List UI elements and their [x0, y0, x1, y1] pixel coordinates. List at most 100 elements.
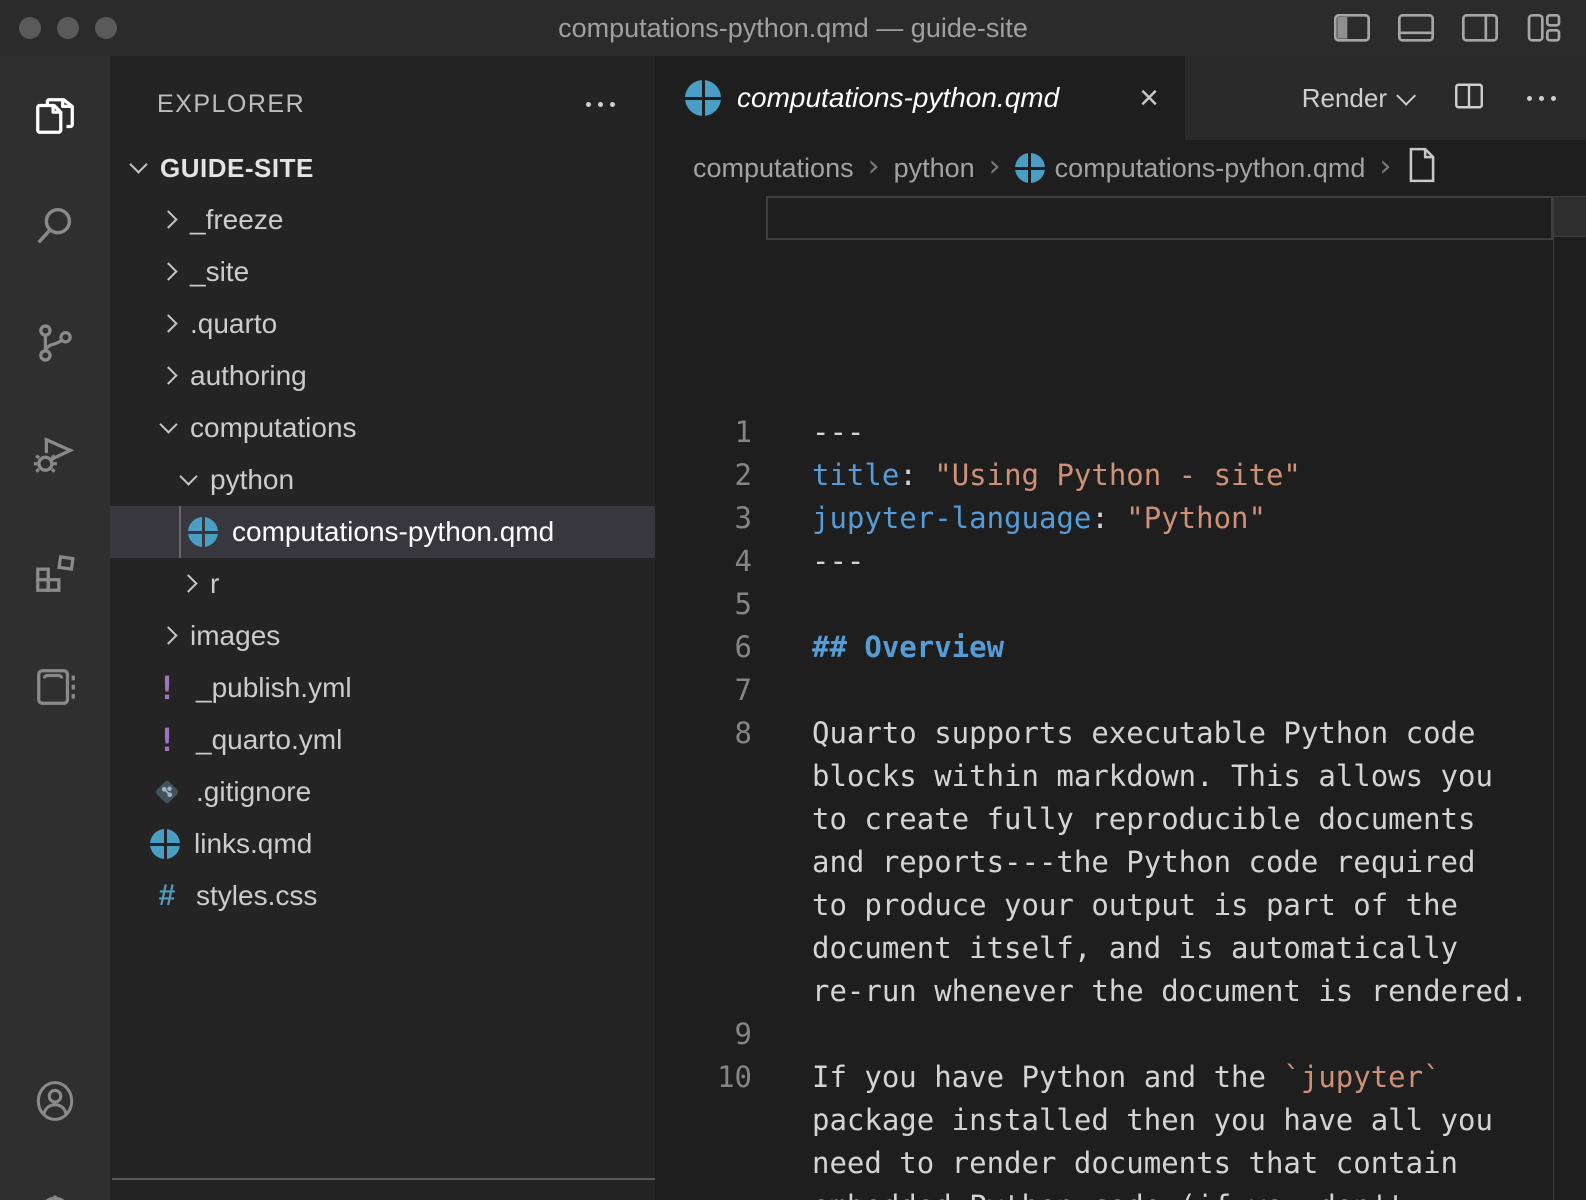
- explorer-header: EXPLORER: [110, 78, 655, 130]
- files-icon[interactable]: [32, 93, 78, 139]
- code-text: jupyter-language: "Python": [812, 497, 1266, 540]
- tab-computations-python-qmd[interactable]: computations-python.qmd ×: [655, 56, 1185, 140]
- explorer-more-actions-icon[interactable]: [586, 102, 615, 107]
- chevron-right-icon[interactable]: [174, 569, 204, 599]
- breadcrumb-label: computations: [693, 153, 854, 184]
- chevron-down-icon[interactable]: [154, 413, 184, 443]
- scrollbar-slider[interactable]: [1554, 196, 1586, 237]
- breadcrumb-item-computations-python-qmd[interactable]: computations-python.qmd: [1015, 153, 1366, 184]
- close-window-button[interactable]: [19, 17, 41, 39]
- breadcrumb-item-python[interactable]: python: [894, 153, 975, 184]
- line-number: [655, 1099, 752, 1142]
- render-button-label: Render: [1302, 83, 1387, 114]
- breadcrumb-separator: ›: [1379, 149, 1391, 184]
- tree-file-links-qmd[interactable]: links.qmd: [110, 818, 655, 870]
- outline-section-header[interactable]: OUTLINE: [110, 1184, 655, 1200]
- tree-folder-images[interactable]: images: [110, 610, 655, 662]
- code-text: Quarto supports executable Python code: [812, 712, 1475, 755]
- tree-folder-r[interactable]: r: [110, 558, 655, 610]
- code-line: 7: [655, 669, 1586, 712]
- code-editor[interactable]: 1---2title: "Using Python - site"3jupyte…: [655, 196, 1586, 1200]
- tree-folder-computations[interactable]: computations: [110, 402, 655, 454]
- code-line: embedded Python code (if you don't,: [655, 1185, 1586, 1200]
- search-icon[interactable]: [32, 203, 78, 249]
- line-number: 2: [655, 454, 752, 497]
- chevron-down-icon[interactable]: [124, 153, 154, 183]
- breadcrumb-label: python: [894, 153, 975, 184]
- code-line: to produce your output is part of the: [655, 884, 1586, 927]
- tree-folder-python[interactable]: python: [110, 454, 655, 506]
- extensions-icon[interactable]: [32, 550, 78, 596]
- code-text: need to render documents that contain: [812, 1142, 1458, 1185]
- toggle-panel-icon[interactable]: [1396, 10, 1436, 44]
- quarto-file-icon: [1015, 153, 1045, 183]
- toggle-primary-sidebar-icon[interactable]: [1332, 10, 1372, 44]
- chevron-right-icon[interactable]: [154, 621, 184, 651]
- breadcrumb-item-computations[interactable]: computations: [693, 153, 854, 184]
- breadcrumbs: computations › python › computations-python.…: [655, 140, 1586, 196]
- render-button[interactable]: Render: [1302, 83, 1411, 114]
- tree-item-label: _quarto.yml: [196, 724, 342, 756]
- chevron-right-icon[interactable]: [154, 309, 184, 339]
- breadcrumb-separator: ›: [989, 149, 1001, 184]
- line-number: [655, 970, 752, 1013]
- code-text: re-run whenever the document is rendered…: [812, 970, 1528, 1013]
- tree-item-label: _site: [190, 256, 249, 288]
- debug-icon[interactable]: [32, 434, 78, 480]
- explorer-title: EXPLORER: [157, 90, 305, 119]
- git-branch-icon[interactable]: [32, 320, 78, 366]
- code-text: ## Overview: [812, 626, 1004, 669]
- tree-folder--freeze[interactable]: _freeze: [110, 194, 655, 246]
- yaml-file-icon: !: [150, 723, 184, 757]
- traffic-lights: [19, 17, 117, 39]
- tree-folder--site[interactable]: _site: [110, 246, 655, 298]
- code-text: title: "Using Python - site": [812, 454, 1301, 497]
- split-editor-icon[interactable]: [1451, 78, 1487, 119]
- explorer-sidebar: EXPLORER GUIDE-SITE _freeze _site .quarto a…: [110, 56, 655, 1200]
- code-line: blocks within markdown. This allows you: [655, 755, 1586, 798]
- chevron-down-icon[interactable]: [174, 465, 204, 495]
- tab-label: computations-python.qmd: [737, 82, 1059, 114]
- tree-item-label: python: [210, 464, 294, 496]
- tree-folder--quarto[interactable]: .quarto: [110, 298, 655, 350]
- code-line: document itself, and is automatically: [655, 927, 1586, 970]
- line-number: 5: [655, 583, 752, 626]
- chevron-right-icon[interactable]: [130, 1195, 160, 1200]
- line-number: [655, 755, 752, 798]
- code-text: If you have Python and the `jupyter`: [812, 1056, 1441, 1099]
- tree-item-label: computations: [190, 412, 357, 444]
- breadcrumb-label: computations-python.qmd: [1055, 153, 1366, 184]
- chevron-down-icon: [1396, 86, 1416, 106]
- gear-icon[interactable]: [32, 1185, 78, 1200]
- tree-item-label: r: [210, 568, 219, 600]
- tree-file--publish-yml[interactable]: !_publish.yml: [110, 662, 655, 714]
- zoom-window-button[interactable]: [95, 17, 117, 39]
- quarto-file-icon: [685, 80, 721, 116]
- chevron-right-icon[interactable]: [154, 205, 184, 235]
- quarto-file-icon: [150, 829, 180, 859]
- customize-layout-icon[interactable]: [1524, 10, 1564, 44]
- code-text: to create fully reproducible documents: [812, 798, 1475, 841]
- breadcrumb-separator: ›: [868, 149, 880, 184]
- chevron-right-icon[interactable]: [154, 361, 184, 391]
- chevron-right-icon[interactable]: [154, 257, 184, 287]
- code-line: 2 title: "Using Python - site": [655, 454, 1586, 497]
- line-number: [655, 884, 752, 927]
- minimize-window-button[interactable]: [57, 17, 79, 39]
- line-number: [655, 1142, 752, 1185]
- tree-folder-authoring[interactable]: authoring: [110, 350, 655, 402]
- book-icon[interactable]: [32, 664, 78, 710]
- toggle-secondary-sidebar-icon[interactable]: [1460, 10, 1500, 44]
- account-icon[interactable]: [32, 1078, 78, 1124]
- tree-file--gitignore[interactable]: .gitignore: [110, 766, 655, 818]
- tree-item-label: .quarto: [190, 308, 277, 340]
- tree-file-styles-css[interactable]: #styles.css: [110, 870, 655, 922]
- file-tree: GUIDE-SITE _freeze _site .quarto authoring c…: [110, 142, 655, 922]
- tree-section-guide-site[interactable]: GUIDE-SITE: [110, 142, 655, 194]
- close-tab-icon[interactable]: ×: [1139, 81, 1159, 115]
- tree-file-computations-python-qmd[interactable]: computations-python.qmd: [110, 506, 655, 558]
- code-text: ---: [812, 411, 864, 454]
- tree-file--quarto-yml[interactable]: ! _quarto.yml: [110, 714, 655, 766]
- more-actions-icon[interactable]: [1527, 96, 1556, 101]
- tree-item-label: computations-python.qmd: [232, 516, 554, 548]
